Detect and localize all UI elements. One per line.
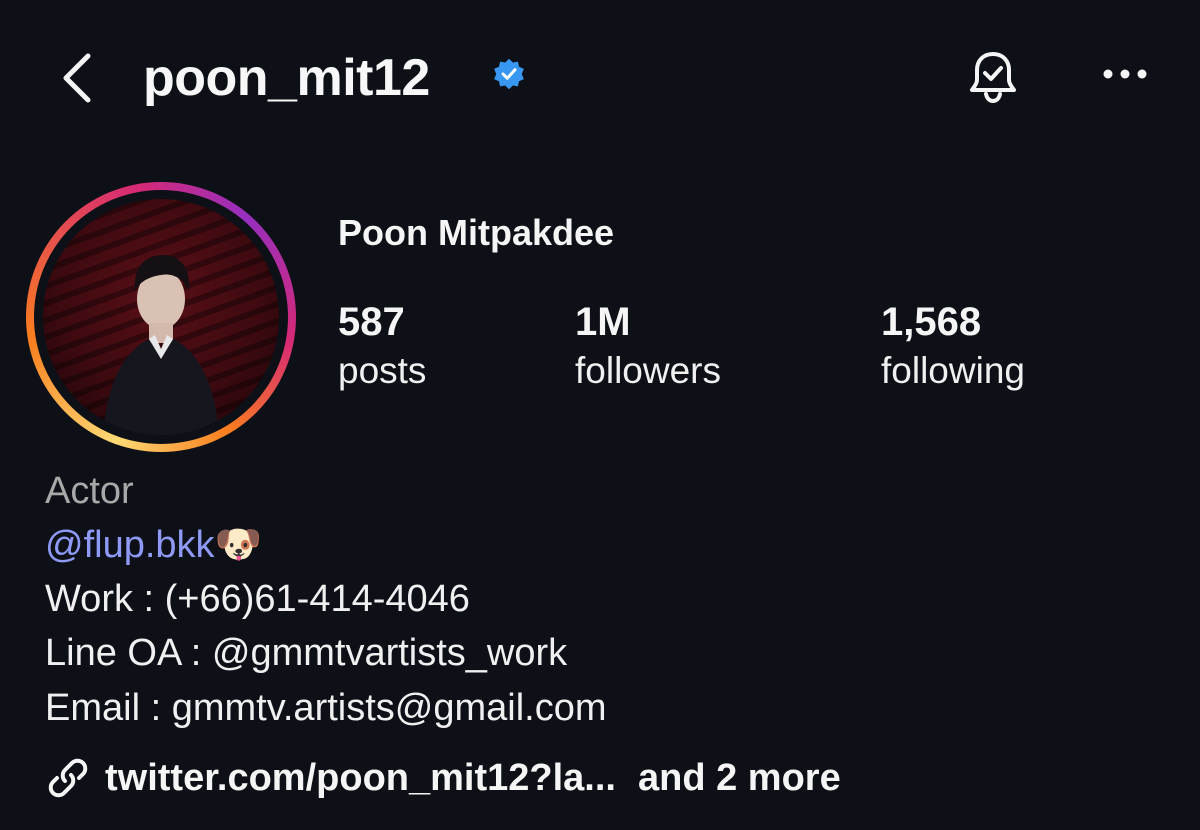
link-icon xyxy=(48,758,88,798)
avatar xyxy=(43,199,279,435)
bio-line-oa: Line OA : @gmmtvartists_work xyxy=(45,632,568,674)
bio-mention-line: @flup.bkk🐶 xyxy=(45,518,262,572)
notifications-button[interactable] xyxy=(960,44,1026,110)
following-count: 1,568 xyxy=(881,300,982,344)
followers-label: followers xyxy=(575,350,721,391)
external-links[interactable]: twitter.com/poon_mit12?la... and 2 more xyxy=(45,750,841,806)
following-stat[interactable]: 1,568 following xyxy=(881,298,1025,396)
more-options-button[interactable] xyxy=(1095,54,1155,94)
chevron-left-icon xyxy=(63,53,91,103)
more-links[interactable]: and 2 more xyxy=(638,757,841,800)
bell-check-icon xyxy=(970,52,1016,104)
bio-email: Email : gmmtv.artists@gmail.com xyxy=(45,687,607,729)
followers-count: 1M xyxy=(575,300,631,344)
following-label: following xyxy=(881,350,1025,391)
bio-category: Actor xyxy=(45,470,134,512)
primary-link[interactable]: twitter.com/poon_mit12?la... xyxy=(105,757,616,800)
bio-work-phone: Work : (+66)61-414-4046 xyxy=(45,578,470,620)
dog-face-emoji: 🐶 xyxy=(214,524,262,566)
more-horizontal-icon xyxy=(1103,69,1147,79)
mention-link[interactable]: @flup.bkk xyxy=(45,524,215,566)
posts-count: 587 xyxy=(338,300,405,344)
followers-stat[interactable]: 1M followers xyxy=(575,298,721,396)
posts-stat[interactable]: 587 posts xyxy=(338,298,426,396)
profile-username: poon_mit12 xyxy=(143,49,430,107)
back-button[interactable] xyxy=(52,48,100,108)
verified-badge-icon xyxy=(492,57,526,91)
profile-avatar-story-ring[interactable] xyxy=(26,182,296,452)
profile-full-name: Poon Mitpakdee xyxy=(338,212,615,253)
posts-label: posts xyxy=(338,350,427,391)
